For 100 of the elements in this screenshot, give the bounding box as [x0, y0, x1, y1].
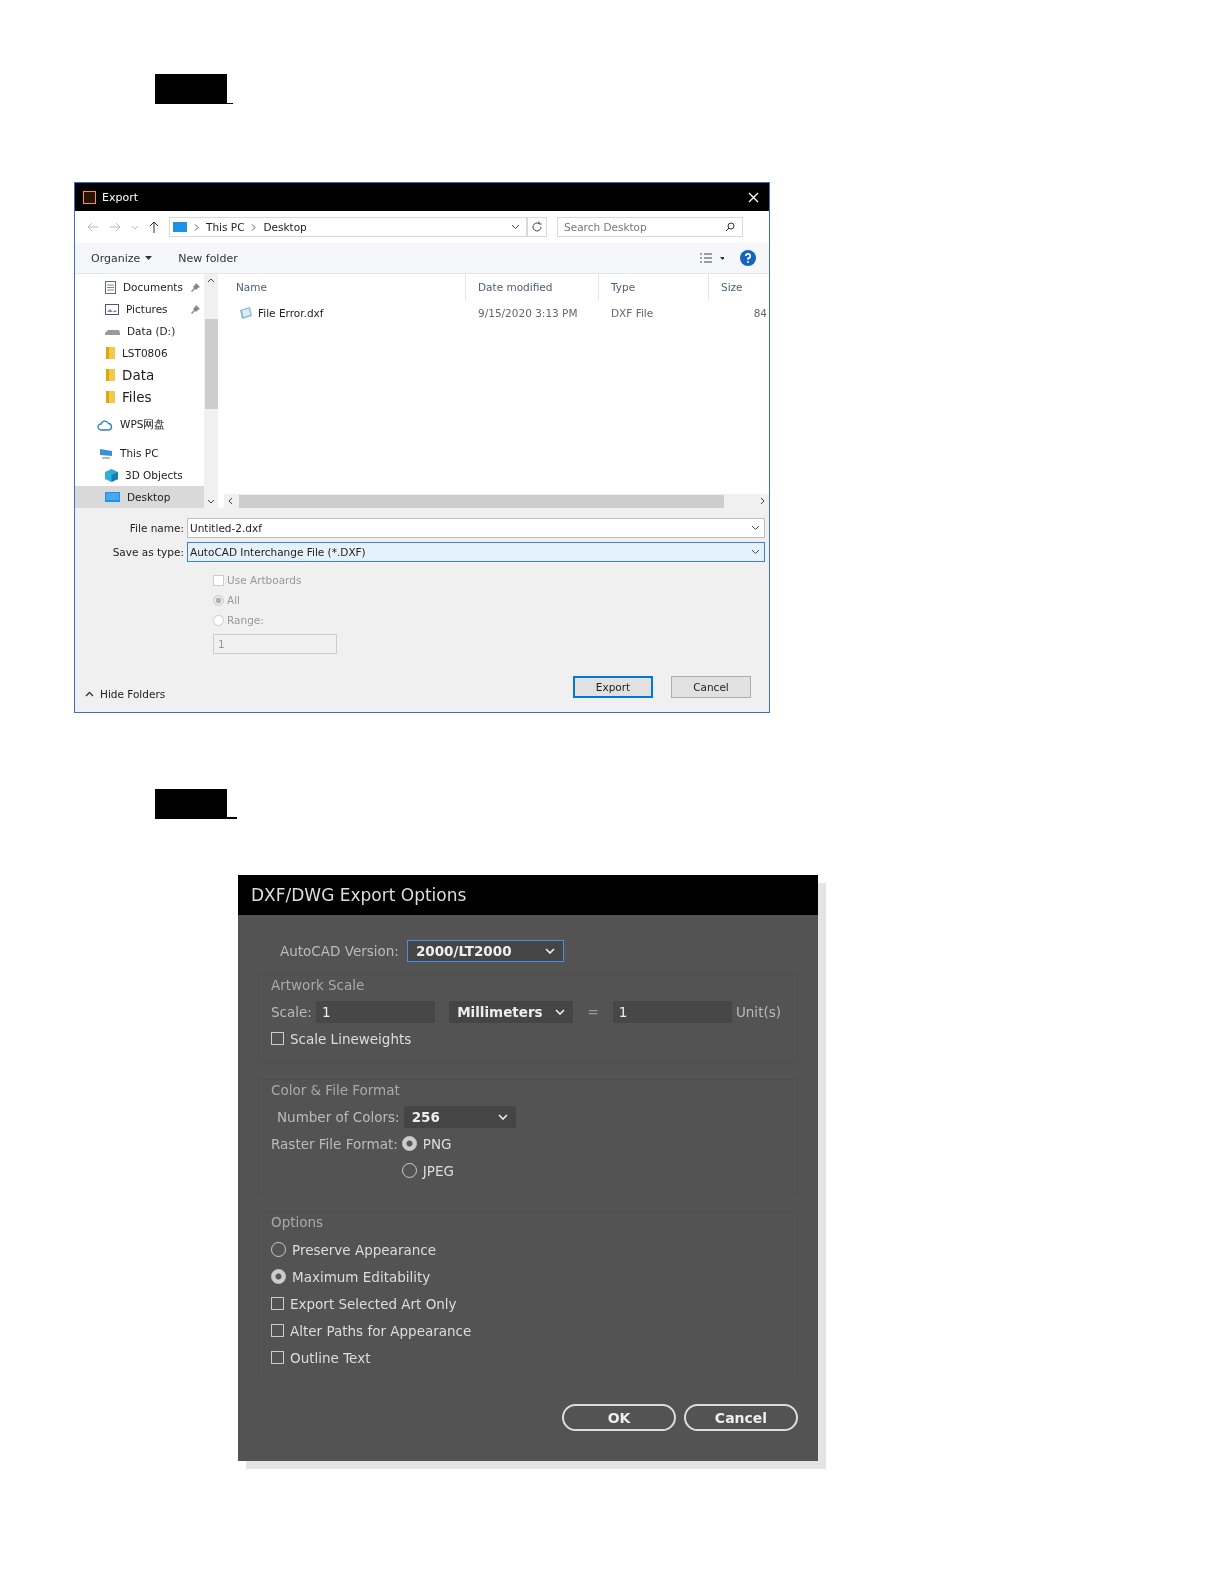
chevron-down-icon[interactable] — [207, 499, 215, 504]
sidebar-label: LST0806 — [122, 347, 168, 359]
search-field[interactable]: Search Desktop — [557, 217, 743, 237]
view-options-icon[interactable] — [700, 253, 724, 263]
scrollbar[interactable] — [204, 274, 218, 508]
sidebar-label: Desktop — [127, 491, 171, 503]
monitor-icon — [173, 222, 187, 232]
refresh-button[interactable] — [527, 217, 547, 237]
sidebar-label: Documents — [123, 281, 183, 293]
field-label: Scale: — [271, 1004, 312, 1020]
scale-field[interactable]: 1 — [315, 1001, 436, 1023]
column-header[interactable]: Size — [709, 274, 769, 300]
checkbox[interactable] — [271, 1324, 284, 1337]
equals-sign: = — [587, 1004, 599, 1020]
checkbox[interactable] — [271, 1351, 284, 1364]
sidebar-item[interactable]: Pictures — [75, 298, 204, 320]
sidebar-item[interactable]: WPS网盘 — [75, 414, 204, 436]
close-icon[interactable] — [748, 191, 759, 203]
dialog-button[interactable]: Cancel — [671, 676, 751, 698]
section-heading: Options — [271, 1214, 325, 1232]
units-field[interactable]: 1 — [612, 1001, 732, 1023]
picture-icon — [105, 303, 119, 315]
table-cell-text: 9/15/2020 3:13 PM — [477, 307, 579, 319]
unit-dropdown[interactable]: Millimeters — [449, 1001, 574, 1023]
field-label: Unit(s) — [735, 1004, 781, 1020]
sidebar-item[interactable]: LST0806 — [75, 342, 204, 364]
radio-label: All — [227, 594, 241, 606]
field-label: Save as type: — [111, 546, 185, 558]
chevron-left-icon[interactable] — [228, 497, 233, 505]
up-arrow-icon[interactable] — [149, 221, 159, 233]
chevron-down-icon — [751, 525, 760, 531]
radio-label: Maximum Editability — [292, 1268, 431, 1285]
dialog-title: DXF/DWG Export Options — [238, 875, 818, 915]
chevron-down-icon[interactable] — [511, 224, 520, 230]
sidebar-label: Data — [122, 367, 155, 383]
scrollbar[interactable] — [224, 494, 769, 508]
colors-dropdown[interactable]: 256 — [403, 1106, 516, 1128]
file-icon — [239, 307, 253, 319]
chevron-down-icon — [555, 1009, 566, 1015]
breadcrumb[interactable]: This PC — [206, 221, 245, 233]
drive-icon — [105, 327, 120, 335]
version-dropdown[interactable]: 2000/LT2000 — [406, 940, 564, 962]
field-label: Raster File Format: — [271, 1134, 398, 1154]
file-name-field[interactable]: Untitled-2.dxf — [187, 518, 765, 538]
organize-menu[interactable]: Organize — [91, 251, 153, 265]
document-icon — [105, 280, 116, 294]
desktop-icon — [105, 491, 120, 503]
help-icon[interactable] — [740, 250, 756, 266]
sidebar-item[interactable]: Desktop — [75, 486, 204, 508]
sidebar-label: Data (D:) — [127, 325, 176, 337]
radio-button[interactable] — [401, 1136, 417, 1151]
sidebar-label: WPS网盘 — [120, 418, 166, 432]
address-bar[interactable]: This PC Desktop — [169, 217, 527, 237]
new-folder-button[interactable]: New folder — [178, 251, 238, 265]
chevron-up-icon[interactable] — [207, 278, 215, 283]
sidebar-item[interactable]: Data — [75, 364, 204, 386]
sidebar-item[interactable]: This PC — [75, 442, 204, 464]
dialog-button[interactable]: OK — [562, 1404, 676, 1431]
column-header[interactable]: Date modified — [466, 274, 599, 300]
checkbox-label: Scale Lineweights — [290, 1030, 412, 1047]
sidebar-item[interactable]: Documents — [75, 276, 204, 298]
radio-button[interactable] — [271, 1269, 286, 1284]
sidebar-item[interactable]: Data (D:) — [75, 320, 204, 342]
chevron-right-icon — [194, 223, 199, 231]
cube-icon — [105, 468, 118, 482]
chevron-down-icon — [497, 1114, 508, 1120]
sidebar-item[interactable]: 3D Objects — [75, 464, 204, 486]
chevron-right-icon — [251, 223, 257, 231]
dialog-button[interactable]: Export — [573, 676, 653, 698]
radio-button[interactable] — [213, 594, 224, 606]
chevron-down-icon — [544, 948, 555, 954]
radio-button[interactable] — [213, 614, 224, 626]
field-label: AutoCAD Version: — [280, 943, 399, 959]
checkbox[interactable] — [271, 1297, 284, 1310]
section-heading: Artwork Scale — [271, 977, 366, 995]
chevron-right-icon[interactable] — [760, 497, 765, 505]
pin-icon[interactable] — [191, 282, 200, 292]
file-type-dropdown[interactable]: AutoCAD Interchange File (*.DXF) — [187, 542, 765, 562]
sidebar-label: This PC — [120, 447, 159, 459]
field-label: File name: — [128, 522, 185, 534]
chevron-up-icon — [85, 691, 94, 697]
breadcrumb[interactable]: Desktop — [263, 221, 307, 233]
dialog-button[interactable]: Cancel — [684, 1404, 798, 1431]
hide-folders-button[interactable]: Hide Folders — [85, 674, 166, 700]
radio-label: Range: — [227, 614, 264, 626]
sidebar-label: Pictures — [126, 303, 168, 315]
checkbox[interactable] — [271, 1032, 284, 1045]
file-name[interactable]: File Error.dxf — [258, 307, 324, 319]
checkbox-label: Export Selected Art Only — [290, 1295, 457, 1312]
radio-label: JPEG — [422, 1162, 454, 1179]
pin-icon[interactable] — [191, 304, 200, 314]
app-icon — [83, 190, 96, 204]
column-header[interactable]: Name — [224, 274, 466, 300]
refresh-icon — [531, 221, 543, 233]
sidebar-label: 3D Objects — [125, 469, 183, 481]
field-label: Number of Colors: — [277, 1109, 400, 1125]
column-header[interactable]: Type — [599, 274, 709, 300]
folder-icon — [106, 369, 115, 381]
sidebar-item[interactable]: Files — [75, 386, 204, 408]
folder-icon — [106, 391, 115, 403]
